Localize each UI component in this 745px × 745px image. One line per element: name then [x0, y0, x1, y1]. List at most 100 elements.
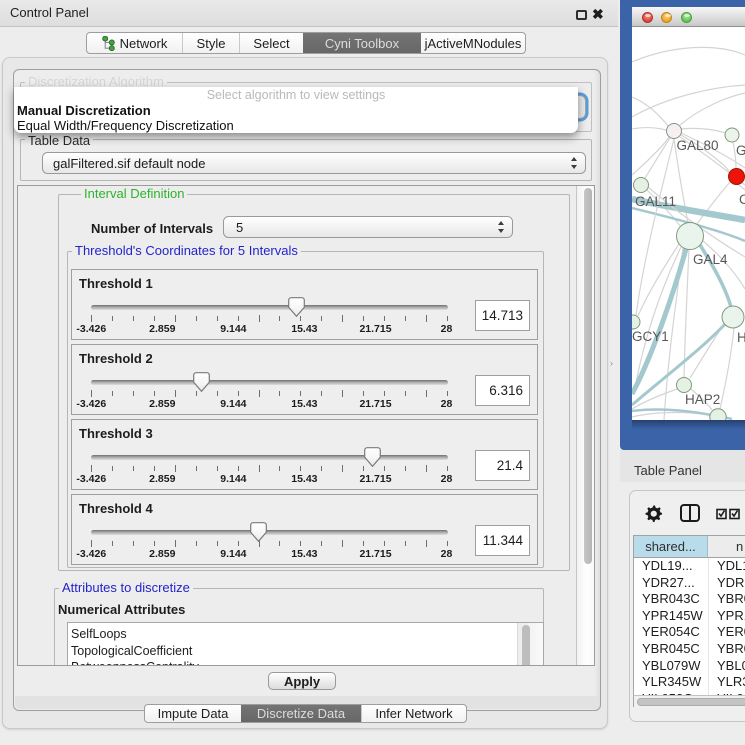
- slider-tick: [342, 540, 343, 547]
- slider-track[interactable]: [91, 305, 448, 311]
- table-row[interactable]: YER054CYER0: [634, 624, 745, 641]
- dropdown-item-manual[interactable]: Manual Discretization: [17, 103, 151, 118]
- numerical-attributes-list[interactable]: SelfLoopsTopologicalCoefficientBetweenne…: [67, 622, 544, 666]
- close-traffic-light[interactable]: [642, 12, 653, 23]
- threshold-value-field[interactable]: 14.713: [475, 300, 530, 331]
- slider-track[interactable]: [91, 455, 448, 461]
- table-row[interactable]: YPR145WYPR1: [634, 608, 745, 625]
- slider-tick: [426, 465, 427, 472]
- slider-tick: [384, 466, 385, 472]
- slider-tick-label: 15.43: [279, 473, 329, 485]
- scrollbar-track[interactable]: [576, 186, 595, 665]
- slider-tick-label: 9.144: [208, 323, 258, 335]
- column-header-name[interactable]: n: [708, 536, 745, 557]
- slider-tick: [279, 316, 280, 322]
- slider-tick: [405, 391, 406, 397]
- zoom-traffic-light[interactable]: [681, 12, 692, 23]
- slider-tick-label: -3.426: [66, 548, 116, 560]
- tab-select[interactable]: Select: [239, 33, 303, 53]
- slider-tick-label: 21.715: [351, 473, 401, 485]
- slider-thumb[interactable]: [250, 522, 267, 542]
- attribute-list-item[interactable]: TopologicalCoefficient: [68, 643, 543, 660]
- network-edge[interactable]: [720, 328, 734, 409]
- slider-tick-label: 9.144: [208, 398, 258, 410]
- network-edge[interactable]: [632, 128, 666, 130]
- threshold-box-1: Threshold 1-3.4262.8599.14415.4321.71528…: [71, 269, 538, 340]
- slider-tick: [279, 391, 280, 397]
- table-hscrollbar-thumb[interactable]: [637, 698, 745, 706]
- threshold-value-field[interactable]: 11.344: [475, 525, 530, 556]
- slider-thumb[interactable]: [364, 447, 381, 467]
- threshold-value-field[interactable]: 21.4: [475, 450, 530, 481]
- slider-thumb[interactable]: [193, 372, 210, 392]
- slider-track[interactable]: [91, 380, 448, 386]
- table-data-combobox[interactable]: galFiltered.sif default node: [42, 152, 586, 174]
- slider-tick: [133, 391, 134, 397]
- intervals-combobox[interactable]: 5: [223, 216, 513, 238]
- tab-discretize-data[interactable]: Discretize Data: [241, 705, 361, 722]
- float-window-icon[interactable]: [576, 10, 587, 20]
- tab-network[interactable]: Network: [87, 33, 182, 53]
- table-body: YDL19...YDL1YDR27...YDR2YBR043CYBR0YPR14…: [633, 558, 745, 695]
- network-edge[interactable]: [681, 128, 725, 133]
- network-node[interactable]: [710, 409, 726, 420]
- list-scrollbar-track[interactable]: [517, 623, 543, 666]
- slider-tick-label: 2.859: [137, 323, 187, 335]
- network-edge[interactable]: [680, 93, 745, 125]
- slider-tick: [217, 541, 218, 547]
- network-node-h[interactable]: [722, 306, 744, 328]
- slider-tick: [384, 391, 385, 397]
- scrollbar-thumb[interactable]: [584, 188, 593, 564]
- table-row[interactable]: YLR345WYLR3: [634, 674, 745, 691]
- split-columns-icon[interactable]: [680, 504, 700, 522]
- network-node-ga[interactable]: [725, 128, 739, 142]
- dropdown-item-equal-width[interactable]: Equal Width/Frequency Discretization: [17, 118, 234, 133]
- apply-button[interactable]: Apply: [268, 672, 336, 691]
- network-node-gal4[interactable]: [677, 223, 704, 250]
- slider-tick: [91, 390, 92, 397]
- column-header-shared[interactable]: shared...: [634, 536, 708, 557]
- gear-icon[interactable]: [645, 505, 662, 522]
- tab-impute-data[interactable]: Impute Data: [145, 705, 241, 722]
- network-node-gal11[interactable]: [634, 178, 649, 193]
- list-scrollbar-thumb[interactable]: [522, 625, 531, 667]
- table-row[interactable]: YDR27...YDR2: [634, 575, 745, 592]
- network-edge[interactable]: [638, 244, 679, 316]
- attribute-list-item[interactable]: SelfLoops: [68, 626, 543, 643]
- threshold-value-field[interactable]: 6.316: [475, 375, 530, 406]
- table-hscrollbar-track[interactable]: [633, 695, 745, 707]
- network-edge[interactable]: [737, 184, 745, 190]
- number-of-intervals-label: Number of Intervals: [91, 221, 213, 236]
- network-node-label: GAL11: [635, 194, 676, 209]
- network-node-hap2[interactable]: [677, 378, 692, 393]
- close-icon[interactable]: ✖: [592, 6, 604, 23]
- attribute-list-item[interactable]: BetweennessCentrality: [68, 659, 543, 666]
- tab-infer-network[interactable]: Infer Network: [361, 705, 466, 722]
- network-canvas[interactable]: GAL80GACGAL11GAL4GCY1HHAP2: [632, 27, 745, 420]
- table-row[interactable]: YDL19...YDL1: [634, 558, 745, 575]
- network-window-titlebar[interactable]: [632, 7, 745, 27]
- network-node-gal80[interactable]: [667, 124, 682, 139]
- slider-tick-label: 28: [422, 548, 472, 560]
- network-edge[interactable]: [632, 85, 745, 117]
- table-row[interactable]: YBR043CYBR0: [634, 591, 745, 608]
- slider-track[interactable]: [91, 530, 448, 536]
- tab-cyni-toolbox[interactable]: Cyni Toolbox: [303, 33, 421, 53]
- table-row[interactable]: YBR045CYBR0: [634, 641, 745, 658]
- minimize-traffic-light[interactable]: [661, 12, 672, 23]
- tab-style[interactable]: Style: [182, 33, 239, 53]
- table-row[interactable]: YBL079WYBL0: [634, 658, 745, 675]
- network-node-gcy1[interactable]: [632, 315, 640, 329]
- slider-tick: [300, 391, 301, 397]
- threshold-box-3: Threshold 3-3.4262.8599.14415.4321.71528…: [71, 419, 538, 490]
- network-node-c[interactable]: [729, 169, 745, 185]
- slider-tick-label: -3.426: [66, 398, 116, 410]
- slider-thumb[interactable]: [288, 297, 305, 317]
- slider-tick: [342, 390, 343, 397]
- slider-tick: [133, 316, 134, 322]
- tab-jactivemnodules[interactable]: jActiveMNodules: [421, 33, 525, 53]
- select-columns-icon[interactable]: [716, 508, 740, 520]
- network-edge[interactable]: [632, 97, 668, 126]
- network-edge[interactable]: [632, 47, 745, 62]
- splitpane-handle[interactable]: ›: [610, 358, 613, 368]
